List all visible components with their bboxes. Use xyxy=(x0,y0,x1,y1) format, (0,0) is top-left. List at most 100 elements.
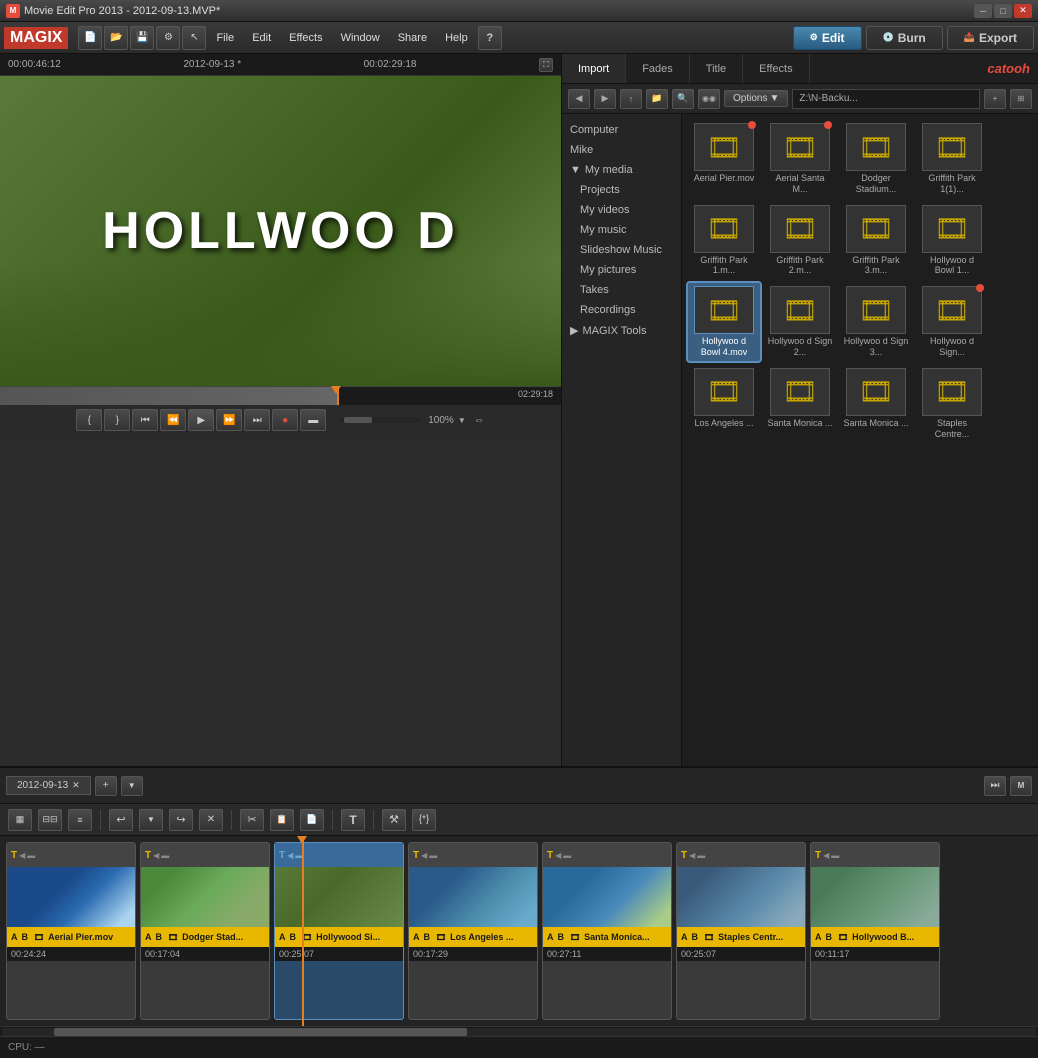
edit-mode-btn[interactable]: ⚙ Edit xyxy=(793,26,862,50)
tl-copy[interactable]: 📋 xyxy=(270,809,294,831)
file-item[interactable]: 🎞 Hollywoo d Sign... xyxy=(916,283,988,361)
tree-recordings[interactable]: Recordings xyxy=(562,300,681,320)
clip-ctrl-1[interactable]: ◀ xyxy=(19,851,25,860)
tree-mymusic[interactable]: My music xyxy=(562,220,681,240)
clip-santa-monica[interactable]: T ◀ ▬ A B 🎞 Santa Monica... 00:27:11 xyxy=(542,842,672,1020)
menu-window[interactable]: Window xyxy=(333,28,388,48)
file-item-selected[interactable]: 🎞 Hollywoo d Bowl 4.mov xyxy=(688,283,760,361)
nav-folder-btn[interactable]: 📁 xyxy=(646,89,668,109)
tree-mypictures[interactable]: My pictures xyxy=(562,260,681,280)
toolbar-new[interactable]: 📄 xyxy=(78,26,102,50)
progress-bar[interactable]: 02:29:18 xyxy=(0,387,561,405)
file-item[interactable]: 🎞 Griffith Park 1(1)... xyxy=(916,120,988,198)
zoom-expand-icon[interactable]: ⇔ xyxy=(474,414,485,426)
preview-expand[interactable]: ⛶ xyxy=(539,58,553,72)
tl-effects[interactable]: ⚒ xyxy=(382,809,406,831)
play-btn[interactable]: ▶ xyxy=(188,409,214,431)
file-item[interactable]: 🎞 Santa Monica ... xyxy=(764,365,836,443)
clip-aerial-pier[interactable]: T ◀ ▬ A B 🎞 Aerial Pier.mov 00:24:24 xyxy=(6,842,136,1020)
tree-magixtools[interactable]: ▶ MAGIX Tools xyxy=(562,320,681,341)
file-item[interactable]: 🎞 Griffith Park 3.m... xyxy=(840,202,912,280)
tree-takes[interactable]: Takes xyxy=(562,280,681,300)
file-item[interactable]: 🎞 Los Angeles ... xyxy=(688,365,760,443)
close-button[interactable]: ✕ xyxy=(1014,4,1032,18)
file-item[interactable]: 🎞 Hollywoo d Sign 3... xyxy=(840,283,912,361)
zoom-scrollbar-thumb[interactable] xyxy=(344,417,372,423)
nav-back-btn[interactable]: ◀ xyxy=(568,89,590,109)
tab-effects[interactable]: Effects xyxy=(743,54,809,83)
step-back-btn[interactable]: ⏪ xyxy=(160,409,186,431)
step-fwd-btn[interactable]: ⏩ xyxy=(216,409,242,431)
clip-hollywood-bowl[interactable]: T ◀ ▬ A B 🎞 Hollywood B... 00:11:17 xyxy=(810,842,940,1020)
scrollbar-thumb[interactable] xyxy=(54,1028,468,1036)
tl-delete[interactable]: ✕ xyxy=(199,809,223,831)
grid-toggle-btn[interactable]: + xyxy=(984,89,1006,109)
toolbar-open[interactable]: 📂 xyxy=(104,26,128,50)
tl-redo[interactable]: ↪ xyxy=(169,809,193,831)
snapshot-btn[interactable]: ▬ xyxy=(300,409,326,431)
clip-ctrl-1[interactable]: ◀ xyxy=(555,851,561,860)
clip-ctrl-2[interactable]: ▬ xyxy=(161,851,169,860)
clip-ctrl-1[interactable]: ◀ xyxy=(823,851,829,860)
nav-preview-btn[interactable]: ◉◉ xyxy=(698,89,720,109)
clip-ctrl-2[interactable]: ▬ xyxy=(429,851,437,860)
tree-myvideos[interactable]: My videos xyxy=(562,200,681,220)
record-btn[interactable]: ● xyxy=(272,409,298,431)
tl-undo[interactable]: ↩ xyxy=(109,809,133,831)
tree-mike[interactable]: Mike xyxy=(562,140,681,160)
view-mode-btn[interactable]: ⊞ xyxy=(1010,89,1032,109)
file-item[interactable]: 🎞 Dodger Stadium... xyxy=(840,120,912,198)
tab-title[interactable]: Title xyxy=(690,54,743,83)
tl-view-storyboard[interactable]: ▦ xyxy=(8,809,32,831)
timeline-mode-btn[interactable]: M xyxy=(1010,776,1032,796)
burn-mode-btn[interactable]: 💿 Burn xyxy=(866,26,943,50)
toolbar-save[interactable]: 💾 xyxy=(130,26,154,50)
clip-ctrl-2[interactable]: ▬ xyxy=(831,851,839,860)
timeline-scrollbar-h[interactable] xyxy=(0,1026,1038,1036)
clip-staples[interactable]: T ◀ ▬ A B 🎞 Staples Centr... 00:25:07 xyxy=(676,842,806,1020)
clip-ctrl-2[interactable]: ▬ xyxy=(27,851,35,860)
nav-up-btn[interactable]: ↑ xyxy=(620,89,642,109)
zoom-scrollbar[interactable] xyxy=(340,417,420,423)
tree-computer[interactable]: Computer xyxy=(562,120,681,140)
skip-fwd-btn[interactable]: ⏭ xyxy=(244,409,270,431)
file-item[interactable]: 🎞 Aerial Pier.mov xyxy=(688,120,760,198)
file-item[interactable]: 🎞 Staples Centre... xyxy=(916,365,988,443)
skip-back-btn[interactable]: ⏮ xyxy=(132,409,158,431)
maximize-button[interactable]: □ xyxy=(994,4,1012,18)
tl-cut[interactable]: ✂ xyxy=(240,809,264,831)
timeline-dropdown-btn[interactable]: ▼ xyxy=(121,776,143,796)
tl-text[interactable]: T xyxy=(341,809,365,831)
nav-fwd-btn[interactable]: ▶ xyxy=(594,89,616,109)
toolbar-settings[interactable]: ⚙ xyxy=(156,26,180,50)
menu-effects[interactable]: Effects xyxy=(281,28,330,48)
file-item[interactable]: 🎞 Griffith Park 1.m... xyxy=(688,202,760,280)
help-icon-btn[interactable]: ? xyxy=(478,26,502,50)
file-item[interactable]: 🎞 Santa Monica ... xyxy=(840,365,912,443)
clip-hollywood-sign[interactable]: T ◀ ▬ A B 🎞 Hollywood Si... 00:25:07 xyxy=(274,842,404,1020)
tree-projects[interactable]: Projects xyxy=(562,180,681,200)
toolbar-cursor[interactable]: ↖ xyxy=(182,26,206,50)
timeline-add-btn[interactable]: + xyxy=(95,776,117,796)
clip-ctrl-1[interactable]: ◀ xyxy=(421,851,427,860)
tree-mymedia[interactable]: ▼ My media xyxy=(562,160,681,180)
mark-out-btn[interactable]: } xyxy=(104,409,130,431)
tl-undo-arrow[interactable]: ▼ xyxy=(139,809,163,831)
minimize-button[interactable]: ─ xyxy=(974,4,992,18)
timeline-tab-close-icon[interactable]: ✕ xyxy=(72,780,80,791)
zoom-dropdown[interactable]: ▼ xyxy=(458,416,466,425)
tree-slideshowmusic[interactable]: Slideshow Music xyxy=(562,240,681,260)
file-item[interactable]: 🎞 Hollywoo d Sign 2... xyxy=(764,283,836,361)
file-item[interactable]: 🎞 Griffith Park 2.m... xyxy=(764,202,836,280)
tl-view-list[interactable]: ≡ xyxy=(68,809,92,831)
timeline-skip-end[interactable]: ⏭ xyxy=(984,776,1006,796)
tab-fades[interactable]: Fades xyxy=(626,54,690,83)
options-dropdown-btn[interactable]: Options ▼ xyxy=(724,90,788,107)
menu-file[interactable]: File xyxy=(208,28,242,48)
menu-edit[interactable]: Edit xyxy=(244,28,279,48)
tl-transitions[interactable]: {*} xyxy=(412,809,436,831)
menu-help[interactable]: Help xyxy=(437,28,476,48)
mark-in-btn[interactable]: { xyxy=(76,409,102,431)
clip-ctrl-1[interactable]: ◀ xyxy=(287,851,293,860)
export-mode-btn[interactable]: 📤 Export xyxy=(947,26,1034,50)
